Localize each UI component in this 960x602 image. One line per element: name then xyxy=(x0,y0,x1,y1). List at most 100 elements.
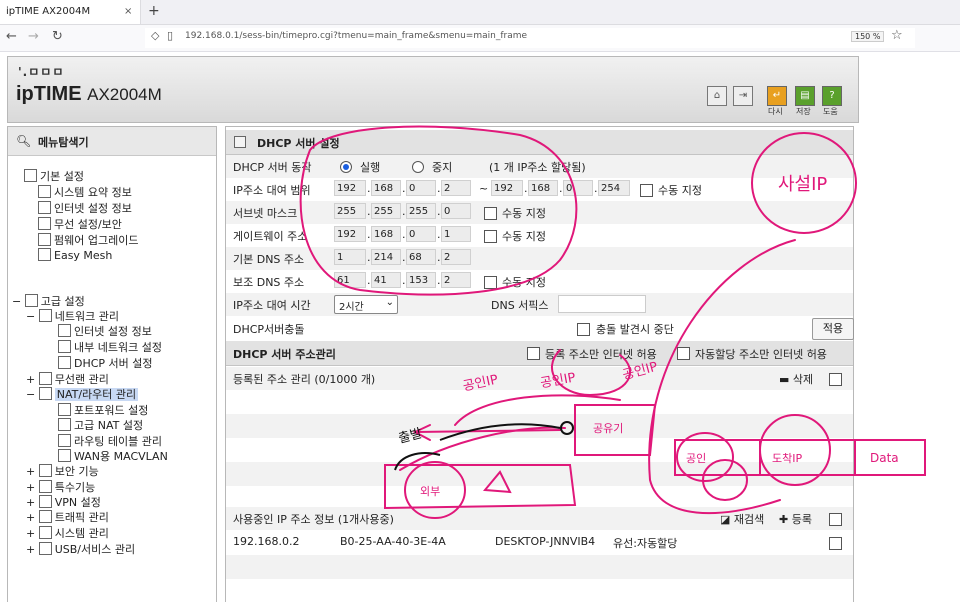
tree-security[interactable]: + 보안 기능 xyxy=(26,463,99,479)
tree-item-dhcp-server[interactable]: DHCP 서버 설정 xyxy=(58,355,153,371)
dns2-oct1[interactable]: 61 xyxy=(334,272,366,288)
subnet-manual-checkbox[interactable] xyxy=(484,207,497,220)
subnet-oct2[interactable]: 255 xyxy=(371,203,401,219)
tree-label: 시스템 요약 정보 xyxy=(54,186,132,199)
range-end-oct1[interactable]: 192 xyxy=(491,180,523,196)
logout-icon[interactable]: ⇥ xyxy=(733,86,753,106)
register-control[interactable]: ✚ 등록 xyxy=(779,511,812,527)
tree-nat-router[interactable]: − NAT/라우터 관리 xyxy=(26,386,139,402)
refresh-icon[interactable]: ↵ xyxy=(767,86,787,106)
close-tab-icon[interactable]: × xyxy=(124,0,132,24)
reload-icon[interactable]: ↻ xyxy=(52,29,63,44)
tree-advanced-settings[interactable]: − 고급 설정 xyxy=(12,293,85,309)
expand-icon[interactable]: + xyxy=(26,527,35,540)
tree-system[interactable]: + 시스템 관리 xyxy=(26,525,109,541)
dns1-oct3[interactable]: 68 xyxy=(406,249,436,265)
tree-item-easy-mesh[interactable]: Easy Mesh xyxy=(38,248,112,262)
subnet-oct1[interactable]: 255 xyxy=(334,203,366,219)
range-end-oct3[interactable]: 0 xyxy=(563,180,593,196)
shield-icon: ◇ xyxy=(151,29,160,42)
tree-item-firmware[interactable]: 펌웨어 업그레이드 xyxy=(38,232,138,248)
gateway-oct1[interactable]: 192 xyxy=(334,226,366,242)
range-end-oct4[interactable]: 254 xyxy=(598,180,630,196)
table-row: 192.168.0.2 B0-25-AA-40-3E-4A DESKTOP-JN… xyxy=(226,531,853,554)
gear-icon xyxy=(38,480,52,493)
rescan-control[interactable]: ◪ 재검색 xyxy=(720,511,764,527)
tree-special[interactable]: + 특수기능 xyxy=(26,479,95,495)
subnet-oct4[interactable]: 0 xyxy=(441,203,471,219)
expand-icon[interactable]: + xyxy=(26,496,35,509)
tree-item-port-forward[interactable]: 포트포워드 설정 xyxy=(58,402,148,418)
select-all-registered-checkbox[interactable] xyxy=(829,373,842,386)
dns-suffix-input[interactable] xyxy=(558,295,646,313)
expand-icon[interactable]: + xyxy=(26,373,35,386)
range-start-oct1[interactable]: 192 xyxy=(334,180,366,196)
help-icon[interactable]: ? xyxy=(822,86,842,106)
dns1-oct4[interactable]: 2 xyxy=(441,249,471,265)
collapse-icon[interactable]: − xyxy=(26,388,35,401)
tree-label: 라우팅 테이블 관리 xyxy=(74,435,162,448)
conflict-stop-checkbox[interactable] xyxy=(577,323,590,336)
range-start-oct2[interactable]: 168 xyxy=(371,180,401,196)
range-start-oct4[interactable]: 2 xyxy=(441,180,471,196)
collapse-icon[interactable]: − xyxy=(12,295,21,308)
tree-basic-settings[interactable]: 기본 설정 xyxy=(24,168,84,184)
new-tab-button[interactable]: + xyxy=(148,0,160,22)
dns2-manual-checkbox[interactable] xyxy=(484,276,497,289)
expand-icon[interactable]: + xyxy=(26,511,35,524)
expand-icon[interactable]: + xyxy=(26,465,35,478)
tree-wireless-management[interactable]: + 무선랜 관리 xyxy=(26,371,109,387)
bookmark-star-icon[interactable]: ☆ xyxy=(891,28,903,43)
browser-tab[interactable]: ipTIME AX2004M × xyxy=(0,0,141,24)
tree-network-management[interactable]: − 네트워크 관리 xyxy=(26,308,119,324)
tree-item-wan-macvlan[interactable]: WAN용 MACVLAN xyxy=(58,448,168,464)
firmware-icon xyxy=(38,233,51,246)
radio-run[interactable] xyxy=(340,161,352,173)
radio-stop[interactable] xyxy=(412,161,424,173)
dns2-oct2[interactable]: 41 xyxy=(371,272,401,288)
forward-icon[interactable]: → xyxy=(28,29,39,44)
tree-item-internet-info[interactable]: 인터넷 설정 정보 xyxy=(38,200,132,216)
expand-icon[interactable]: + xyxy=(26,481,35,494)
page-icon xyxy=(58,434,71,447)
tree-item-internet-settings[interactable]: 인터넷 설정 정보 xyxy=(58,323,152,339)
auto-only-checkbox[interactable] xyxy=(677,347,690,360)
gateway-manual-checkbox[interactable] xyxy=(484,230,497,243)
range-end-oct2[interactable]: 168 xyxy=(528,180,558,196)
gateway-oct4[interactable]: 1 xyxy=(441,226,471,242)
url-text[interactable]: 192.168.0.1/sess-bin/timepro.cgi?tmenu=m… xyxy=(185,31,527,41)
registered-empty-row xyxy=(226,390,853,414)
tree-traffic[interactable]: + 트래픽 관리 xyxy=(26,509,109,525)
lease-time-select[interactable]: 2시간 ⌄ xyxy=(334,295,398,314)
address-bar[interactable]: ◇ ▯ 192.168.0.1/sess-bin/timepro.cgi?tme… xyxy=(145,28,915,48)
save-icon[interactable]: ▤ xyxy=(795,86,815,106)
tree-item-routing-table[interactable]: 라우팅 테이블 관리 xyxy=(58,433,162,449)
select-all-inuse-checkbox[interactable] xyxy=(829,513,842,526)
zoom-level[interactable]: 150 % xyxy=(851,31,885,42)
back-icon[interactable]: ← xyxy=(6,29,17,44)
range-manual-checkbox[interactable] xyxy=(640,184,653,197)
tree-item-lan-settings[interactable]: 내부 네트워크 설정 xyxy=(58,339,162,355)
dns2-oct3[interactable]: 153 xyxy=(406,272,436,288)
tree-item-system-summary[interactable]: 시스템 요약 정보 xyxy=(38,184,132,200)
dns2-oct4[interactable]: 2 xyxy=(441,272,471,288)
tree-label-selected: NAT/라우터 관리 xyxy=(54,388,139,401)
tree-usb[interactable]: + USB/서비스 관리 xyxy=(26,541,135,557)
range-start-oct3[interactable]: 0 xyxy=(406,180,436,196)
reg-only-checkbox[interactable] xyxy=(527,347,540,360)
collapse-icon[interactable]: − xyxy=(26,310,35,323)
subnet-oct3[interactable]: 255 xyxy=(406,203,436,219)
apply-button[interactable]: 적용 xyxy=(812,318,854,340)
gateway-oct3[interactable]: 0 xyxy=(406,226,436,242)
registered-empty-row xyxy=(226,414,853,438)
dns1-oct1[interactable]: 1 xyxy=(334,249,366,265)
tree-vpn[interactable]: + VPN 설정 xyxy=(26,494,101,510)
tree-item-advanced-nat[interactable]: 고급 NAT 설정 xyxy=(58,417,143,433)
expand-icon[interactable]: + xyxy=(26,543,35,556)
home-icon[interactable]: ⌂ xyxy=(707,86,727,106)
delete-control[interactable]: ▬ 삭제 xyxy=(779,371,813,387)
gateway-oct2[interactable]: 168 xyxy=(371,226,401,242)
tree-item-wireless-security[interactable]: 무선 설정/보안 xyxy=(38,216,122,232)
lease-row-checkbox[interactable] xyxy=(829,537,842,550)
dns1-oct2[interactable]: 214 xyxy=(371,249,401,265)
